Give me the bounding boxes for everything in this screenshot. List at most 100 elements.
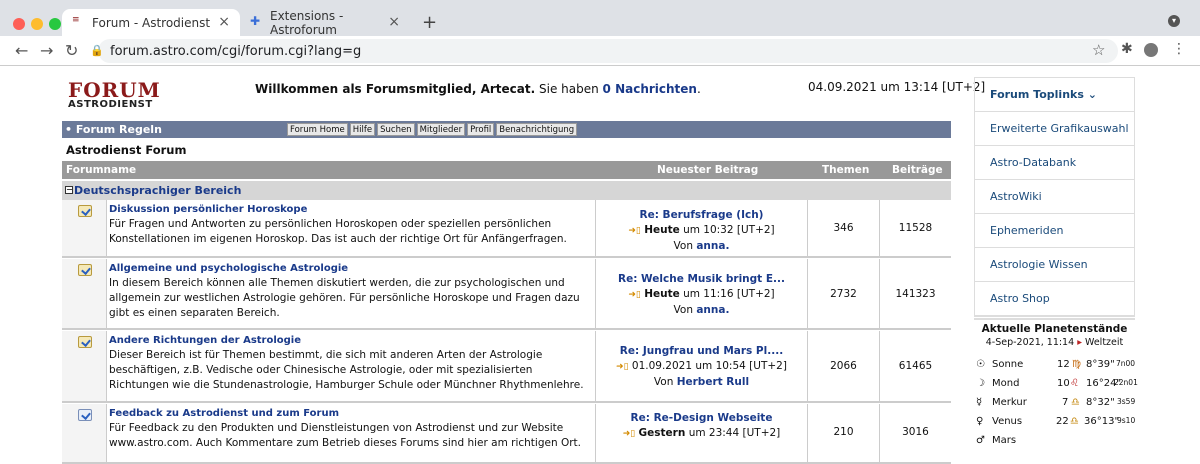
triangle-right-icon[interactable]: ▸ xyxy=(1077,337,1082,348)
goto-post-icon[interactable]: ➜▯ xyxy=(628,290,641,300)
moon-icon: ☽ xyxy=(976,378,985,389)
latest-post-link[interactable]: Re: Welche Musik bringt E... xyxy=(596,272,807,287)
star-icon[interactable]: ☆ xyxy=(1092,41,1105,59)
profile-icon[interactable] xyxy=(1144,43,1158,57)
planets-date: 4-Sep-2021, 11:14 ▸ Weltzeit xyxy=(974,337,1135,348)
planet-degree: 22 xyxy=(1056,416,1069,427)
forum-rules-link[interactable]: • Forum Regeln xyxy=(65,123,162,136)
chevron-down-icon[interactable]: ⌄ xyxy=(1088,88,1097,101)
sidebar-item-ephemeriden[interactable]: Ephemeriden xyxy=(975,214,1134,248)
latest-post-cell: Re: Re-Design Webseite ➜▯ Gestern um 23:… xyxy=(595,404,808,462)
goto-post-icon[interactable]: ➜▯ xyxy=(616,362,629,372)
planets-datetime: 4-Sep-2021, 11:14 xyxy=(985,337,1075,348)
profile-button[interactable]: Profil xyxy=(467,123,495,136)
latest-author-link[interactable]: anna. xyxy=(696,304,729,316)
planet-declination: 9s10 xyxy=(1117,416,1136,425)
forum-title-link[interactable]: Diskussion persönlicher Horoskope xyxy=(109,202,594,217)
toplinks-header[interactable]: Forum Toplinks ⌄ xyxy=(975,78,1134,112)
forum-title-link[interactable]: Feedback zu Astrodienst und zum Forum xyxy=(109,406,594,421)
toplinks-title[interactable]: Forum Toplinks xyxy=(990,88,1084,101)
forward-arrow-icon[interactable]: → xyxy=(40,41,53,60)
forum-icon-cell xyxy=(62,259,107,328)
help-button[interactable]: Hilfe xyxy=(349,123,376,136)
sidebar-item-databank[interactable]: Astro-Databank xyxy=(975,146,1134,180)
tab-forum[interactable]: ≡ Forum - Astrodienst × xyxy=(62,9,240,36)
by-label: Von xyxy=(673,240,693,252)
col-forumname: Forumname xyxy=(66,164,137,176)
menu-icon[interactable]: ⋮ xyxy=(1172,41,1186,57)
section-header[interactable]: − Deutschsprachiger Bereich xyxy=(62,181,951,200)
forum-title-link[interactable]: Andere Richtungen der Astrologie xyxy=(109,333,594,348)
latest-day: Heute xyxy=(644,288,680,300)
latest-post-cell: Re: Jungfrau und Mars Pl.... ➜▯ 01.09.20… xyxy=(595,331,808,401)
latest-time: 01.09.2021 um 10:54 [UT+2] xyxy=(631,360,787,372)
planet-declination: 22n01 xyxy=(1114,378,1138,387)
post-count: 3016 xyxy=(902,426,929,438)
section-title[interactable]: Deutschsprachiger Bereich xyxy=(74,184,241,197)
planet-name: Sonne xyxy=(992,359,1024,370)
post-count: 61465 xyxy=(898,360,933,372)
forum-desc-text: Dieser Bereich ist für Themen bestimmt, … xyxy=(109,349,584,391)
virgo-icon: ♍ xyxy=(1072,359,1081,370)
lock-icon[interactable]: 🔒 xyxy=(90,44,104,57)
reload-icon[interactable]: ↻ xyxy=(65,41,78,60)
search-button[interactable]: Suchen xyxy=(377,123,415,136)
table-header: Forumname Neuester Beitrag Themen Beiträ… xyxy=(62,161,951,179)
new-tab-button[interactable]: + xyxy=(422,12,437,33)
planets-zone[interactable]: Weltzeit xyxy=(1085,337,1123,348)
forum-desc-text: Für Fragen und Antworten zu persönlichen… xyxy=(109,218,567,245)
tab-extensions[interactable]: ✚ Extensions - Astroforum × xyxy=(240,9,410,37)
welcome-end: . xyxy=(696,82,701,96)
forum-title-link[interactable]: Allgemeine und psychologische Astrologie xyxy=(109,261,594,276)
sidebar-item-wissen[interactable]: Astrologie Wissen xyxy=(975,248,1134,282)
planets-title: Aktuelle Planetenstände xyxy=(981,323,1128,335)
latest-time: um 11:16 [UT+2] xyxy=(683,288,775,300)
latest-day: Heute xyxy=(644,224,680,236)
collapse-icon[interactable]: − xyxy=(65,186,73,194)
latest-time: um 23:44 [UT+2] xyxy=(688,427,781,439)
latest-author-link[interactable]: anna. xyxy=(696,240,729,252)
table-row: Diskussion persönlicher Horoskope Für Fr… xyxy=(62,200,951,258)
sidebar-item-shop[interactable]: Astro Shop xyxy=(975,282,1134,316)
goto-post-icon[interactable]: ➜▯ xyxy=(628,226,641,236)
planet-degree: 12 xyxy=(1057,359,1070,370)
planet-row-venus: ♀ Venus 22 ♎ 36°13" 9s10 xyxy=(974,414,1135,434)
latest-post-link[interactable]: Re: Jungfrau und Mars Pl.... xyxy=(596,344,807,359)
planet-declination: 3s59 xyxy=(1117,397,1136,406)
messages-link[interactable]: 0 Nachrichten xyxy=(603,82,697,96)
tab-close-icon[interactable]: × xyxy=(218,14,230,30)
tab-title: Forum - Astrodienst xyxy=(92,15,211,30)
table-row: Andere Richtungen der Astrologie Dieser … xyxy=(62,331,951,403)
puzzle-icon[interactable]: ✱ xyxy=(1121,41,1133,57)
minimize-window-icon[interactable] xyxy=(31,18,43,30)
members-button[interactable]: Mitglieder xyxy=(416,123,466,136)
toplinks-sidebar: Forum Toplinks ⌄ Erweiterte Grafikauswah… xyxy=(974,77,1135,317)
browser-toolbar: ← → ↻ 🔒 forum.astro.com/cgi/forum.cgi?la… xyxy=(0,36,1200,66)
back-arrow-icon[interactable]: ← xyxy=(15,41,28,60)
latest-post-link[interactable]: Re: Re-Design Webseite xyxy=(596,411,807,426)
by-label: Von xyxy=(673,304,693,316)
astrodienst-favicon-icon: ≡ xyxy=(72,15,80,25)
maximize-window-icon[interactable] xyxy=(49,18,61,30)
topic-count: 2732 xyxy=(808,259,880,328)
close-window-icon[interactable] xyxy=(13,18,25,30)
tab-close-icon[interactable]: × xyxy=(388,14,400,30)
forum-home-button[interactable]: Forum Home xyxy=(287,123,348,136)
goto-post-icon[interactable]: ➜▯ xyxy=(623,429,636,439)
latest-post-link[interactable]: Re: Berufsfrage (Ich) xyxy=(596,208,807,223)
welcome-mid: Sie haben xyxy=(539,82,599,96)
tab-search-icon[interactable]: ▾ xyxy=(1168,15,1180,27)
planet-positions-panel: Aktuelle Planetenstände 4-Sep-2021, 11:1… xyxy=(974,318,1138,446)
latest-post-cell: Re: Berufsfrage (Ich) ➜▯ Heute um 10:32 … xyxy=(595,200,808,256)
latest-day: Gestern xyxy=(638,427,686,439)
forum-icon-cell xyxy=(62,404,107,462)
address-bar[interactable]: 🔒 forum.astro.com/cgi/forum.cgi?lang=g xyxy=(90,39,1118,63)
latest-time: um 10:32 [UT+2] xyxy=(683,224,775,236)
sidebar-item-astrowiki[interactable]: AstroWiki xyxy=(975,180,1134,214)
latest-author-link[interactable]: Herbert Rull xyxy=(677,376,749,388)
planet-declination: 7n00 xyxy=(1116,359,1136,368)
forum-icon-cell xyxy=(62,200,107,256)
topic-count: 210 xyxy=(808,404,880,462)
sidebar-item-grafikauswahl[interactable]: Erweiterte Grafikauswahl xyxy=(975,112,1134,146)
notifications-button[interactable]: Benachrichtigung xyxy=(496,123,578,136)
